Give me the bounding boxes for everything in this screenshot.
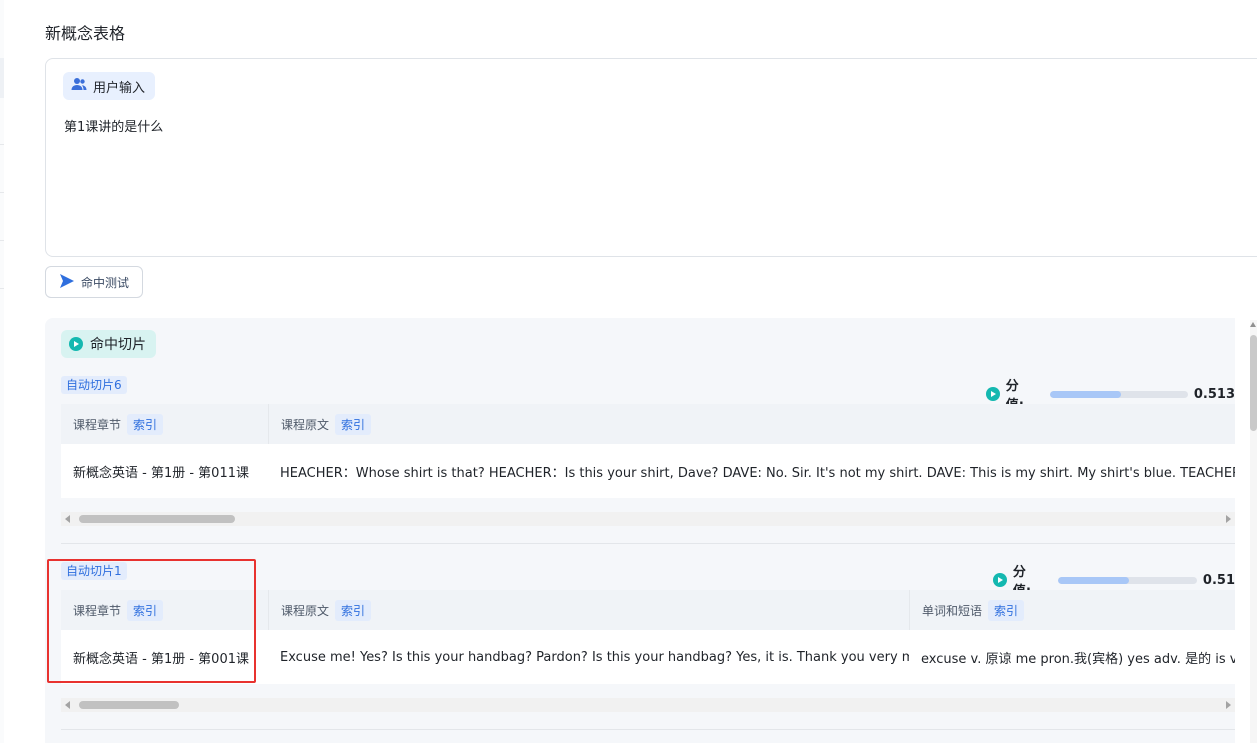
horizontal-scrollbar[interactable]: [61, 512, 1235, 526]
slice-table: 课程章节 索引 课程原文 索引 新概念英语 - 第1册 - 第011课 HEAC…: [61, 404, 1235, 498]
hit-slices-tag: 命中切片: [61, 330, 156, 358]
left-rail-active-item[interactable]: [0, 58, 4, 98]
score-bar-fill: [1057, 576, 1129, 584]
table-row: 新概念英语 - 第1册 - 第011课 HEACHER：Whose shirt …: [61, 444, 1235, 498]
table-cell: 新概念英语 - 第1册 - 第001课: [73, 651, 249, 667]
slice-tag[interactable]: 自动切片1: [61, 562, 127, 580]
scroll-left-icon[interactable]: [65, 515, 70, 523]
scrollbar-thumb[interactable]: [79, 701, 179, 709]
index-tag[interactable]: 索引: [988, 599, 1025, 621]
scrollbar-thumb[interactable]: [79, 515, 235, 523]
hit-test-button-label: 命中测试: [80, 275, 129, 290]
query-text[interactable]: 第1课讲的是什么: [64, 116, 163, 135]
column-header: 课程原文 索引: [268, 404, 1235, 444]
slice-table: 课程章节 索引 课程原文 索引 单词和短语 索引 新概念英语 - 第1册 - 第…: [61, 590, 1235, 684]
table-header: 课程章节 索引 课程原文 索引: [61, 404, 1235, 444]
slice-card: 自动切片6 分值: 0.513 课程章节 索引 课程原文 索引 新概念英语 - …: [61, 375, 1235, 526]
column-header-label: 单词和短语: [922, 603, 983, 618]
left-rail-divider: [0, 288, 4, 289]
left-rail-divider: [0, 144, 4, 145]
hit-slices-tag-label: 命中切片: [90, 337, 146, 353]
column-header: 课程章节 索引: [61, 404, 268, 444]
slice-divider: [61, 543, 1235, 544]
left-rail-divider: [0, 192, 4, 193]
score-value: 0.51: [1202, 572, 1235, 588]
scroll-left-icon[interactable]: [65, 701, 70, 709]
send-icon: [59, 273, 75, 292]
scroll-up-icon[interactable]: [1250, 322, 1256, 327]
score-icon: [986, 387, 1000, 401]
score-bar: [1050, 390, 1188, 398]
index-tag[interactable]: 索引: [127, 599, 164, 621]
slice-divider: [61, 729, 1235, 730]
user-input-tag: 用户输入: [63, 72, 156, 100]
column-header: 课程原文 索引: [268, 590, 909, 630]
left-rail-divider: [0, 240, 4, 241]
page-title: 新概念表格: [45, 24, 126, 43]
table-cell: Excuse me! Yes? Is this your handbag? Pa…: [280, 649, 909, 665]
table-cell: 新概念英语 - 第1册 - 第011课: [73, 465, 249, 481]
users-icon: [71, 77, 87, 95]
vertical-scrollbar-thumb[interactable]: [1250, 335, 1257, 431]
scroll-right-icon[interactable]: [1226, 701, 1231, 709]
column-header: 课程章节 索引: [61, 590, 268, 630]
score-bar: [1057, 576, 1197, 584]
index-tag[interactable]: 索引: [335, 599, 372, 621]
score-icon: [993, 573, 1007, 587]
index-tag[interactable]: 索引: [127, 413, 164, 435]
hit-results-panel: 命中切片 自动切片6 分值: 0.513 课程章节 索引 课程原文 索引 新概念: [45, 318, 1235, 743]
column-header-label: 课程章节: [73, 603, 122, 618]
horizontal-scrollbar[interactable]: [61, 698, 1235, 712]
user-input-tag-label: 用户输入: [93, 80, 146, 96]
column-header-label: 课程原文: [281, 603, 330, 618]
score-value: 0.513: [1193, 386, 1235, 402]
slice-tag[interactable]: 自动切片6: [61, 376, 127, 394]
column-header-label: 课程章节: [73, 417, 122, 432]
play-circle-icon: [69, 337, 83, 351]
user-input-card[interactable]: 用户输入 第1课讲的是什么: [45, 58, 1257, 257]
table-cell: excuse v. 原谅 me pron.我(宾格) yes adv. 是的 i…: [921, 651, 1235, 667]
vertical-scrollbar[interactable]: [1250, 320, 1257, 743]
slice-card: 自动切片1 分值: 0.51 课程章节 索引 课程原文 索引 单词和短语 索引: [61, 561, 1235, 712]
hit-test-button[interactable]: 命中测试: [45, 266, 143, 298]
left-rail: [0, 0, 4, 743]
table-header: 课程章节 索引 课程原文 索引 单词和短语 索引: [61, 590, 1235, 630]
index-tag[interactable]: 索引: [335, 413, 372, 435]
score-bar-fill: [1050, 390, 1121, 398]
column-header: 单词和短语 索引: [909, 590, 1235, 630]
table-cell: HEACHER：Whose shirt is that? HEACHER：Is …: [280, 465, 1235, 481]
scroll-right-icon[interactable]: [1226, 515, 1231, 523]
column-header-label: 课程原文: [281, 417, 330, 432]
table-row: 新概念英语 - 第1册 - 第001课 Excuse me! Yes? Is t…: [61, 630, 1235, 684]
